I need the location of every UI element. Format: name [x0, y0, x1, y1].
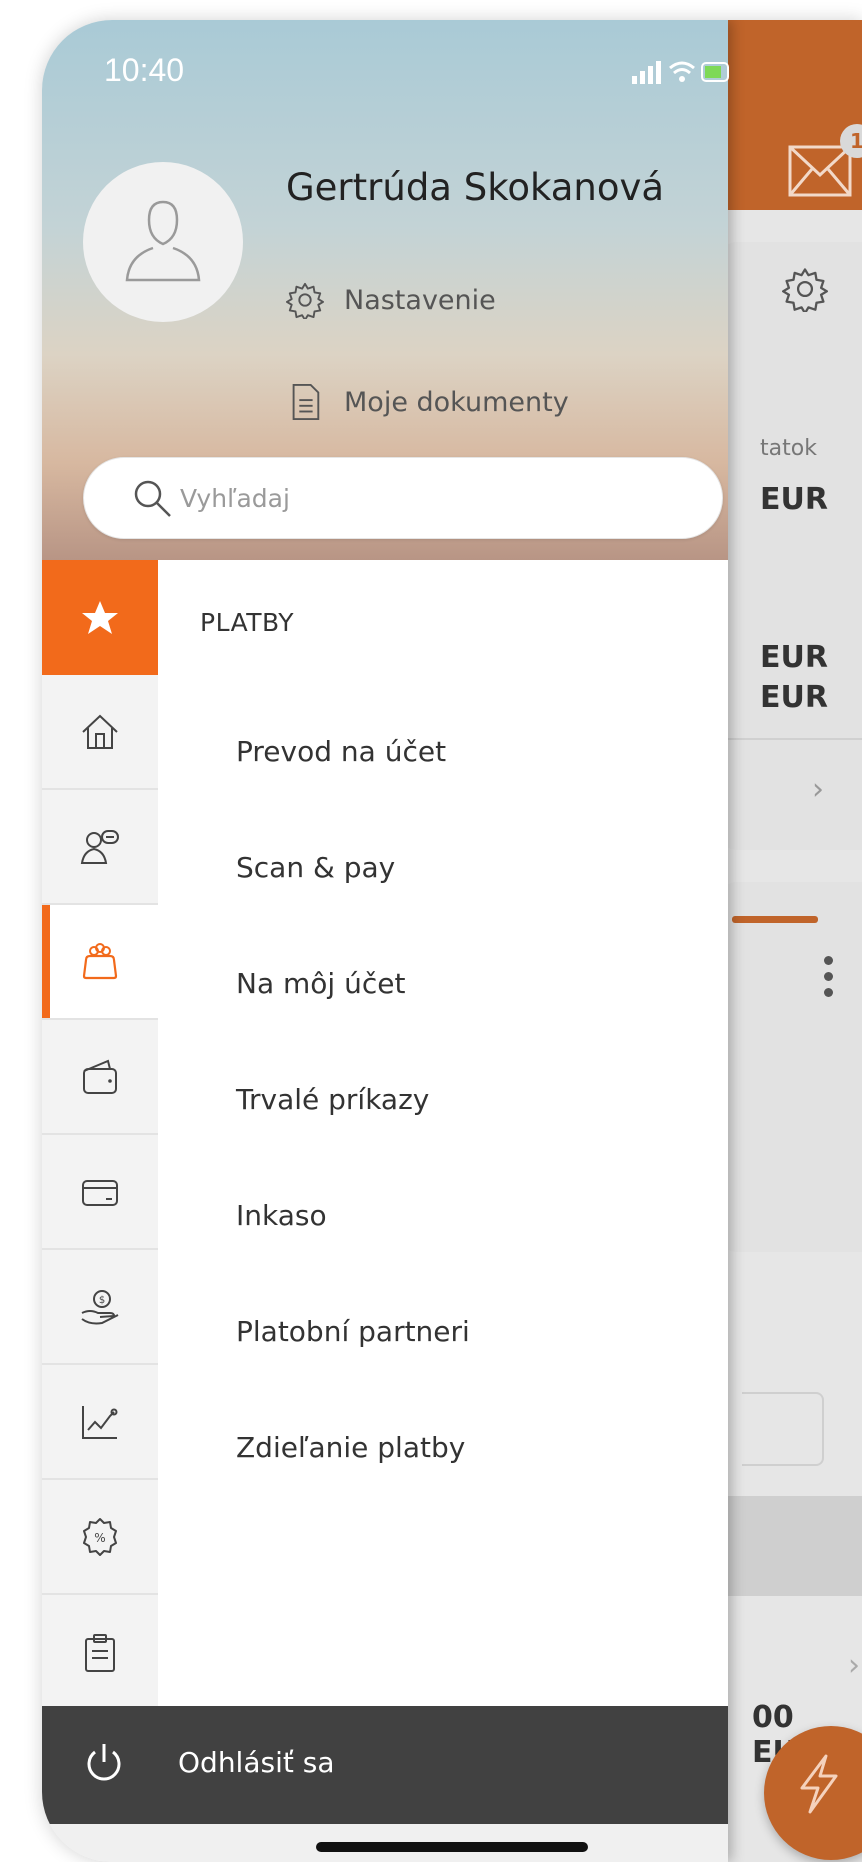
drawer-header: 10:40 Gertrúda Skokanová Nastavenie Moje… — [42, 20, 729, 560]
background-divider — [722, 738, 862, 740]
rail-item-favorites[interactable] — [42, 560, 158, 675]
rail-item-requests[interactable] — [42, 1595, 158, 1710]
chart-line-icon — [82, 1405, 118, 1439]
svg-text:%: % — [94, 1531, 105, 1545]
logout-label: Odhlásiť sa — [178, 1746, 335, 1779]
menu-item-own-account[interactable]: Na môj účet — [236, 967, 405, 1000]
section-title: PLATBY — [200, 608, 295, 637]
document-icon — [292, 383, 320, 421]
chevron-right-icon: › — [812, 772, 824, 807]
rail-item-offers[interactable]: % — [42, 1480, 158, 1595]
settings-link[interactable]: Nastavenie — [286, 280, 496, 320]
chevron-right-icon: › — [848, 1648, 860, 1683]
background-card — [722, 882, 862, 1252]
gear-icon — [286, 282, 324, 319]
hand-coin-icon: $ — [81, 1289, 119, 1324]
wallet-icon — [83, 1059, 117, 1094]
lightning-icon — [800, 1754, 838, 1814]
home-icon — [82, 714, 118, 749]
power-icon — [87, 1744, 121, 1781]
menu-item-payment-partners[interactable]: Platobní partneri — [236, 1315, 470, 1348]
rail-item-investments[interactable] — [42, 1365, 158, 1480]
rail-item-cards[interactable] — [42, 1135, 158, 1250]
search-bar[interactable] — [83, 457, 723, 539]
home-indicator[interactable] — [316, 1842, 588, 1852]
phone-screen: 1 tatok EUR EUR EUR › › 00 EUR 10:40 — [42, 20, 862, 1862]
status-time: 10:40 — [104, 52, 185, 88]
background-account-card — [722, 242, 862, 850]
menu-item-direct-debit[interactable]: Inkaso — [236, 1199, 327, 1232]
status-icons — [632, 61, 729, 84]
svg-text:$: $ — [99, 1295, 105, 1306]
documents-link[interactable]: Moje dokumenty — [286, 382, 569, 422]
mail-icon[interactable] — [788, 145, 852, 197]
clipboard-icon — [85, 1633, 115, 1672]
gear-icon — [782, 268, 828, 312]
category-rail: $ % — [42, 560, 158, 1706]
background-box — [742, 1392, 824, 1466]
documents-link-label: Moje dokumenty — [344, 386, 569, 418]
user-silhouette-icon — [125, 200, 201, 282]
settings-link-label: Nastavenie — [344, 284, 496, 316]
background-progress — [732, 916, 818, 923]
percent-badge-icon: % — [83, 1517, 117, 1556]
menu-item-standing-orders[interactable]: Trvalé príkazy — [236, 1083, 429, 1116]
menu-item-transfer[interactable]: Prevod na účet — [236, 735, 446, 768]
search-icon — [134, 480, 171, 517]
kebab-menu-icon — [824, 956, 834, 1000]
star-icon — [82, 600, 118, 634]
rail-item-loans[interactable]: $ — [42, 1250, 158, 1365]
rail-item-contacts[interactable] — [42, 790, 158, 905]
avatar[interactable] — [83, 162, 243, 322]
card-icon — [82, 1179, 118, 1206]
background-band — [722, 1496, 862, 1596]
user-chat-icon — [80, 829, 119, 864]
rail-item-home[interactable] — [42, 675, 158, 790]
background-amount: EUR — [760, 640, 828, 675]
payments-purse-icon — [82, 942, 118, 979]
user-name: Gertrúda Skokanová — [286, 166, 665, 209]
logout-button[interactable]: Odhlásiť sa — [42, 1706, 728, 1824]
background-amount: EUR — [760, 680, 828, 715]
rail-item-accounts[interactable] — [42, 1020, 158, 1135]
background-amount: EUR — [760, 482, 828, 517]
navigation-drawer: 10:40 Gertrúda Skokanová Nastavenie Moje… — [42, 20, 729, 1862]
background-label: tatok — [760, 436, 817, 461]
menu-item-scan-pay[interactable]: Scan & pay — [236, 851, 395, 884]
rail-item-payments[interactable] — [42, 905, 158, 1020]
menu-item-share-payment[interactable]: Zdieľanie platby — [236, 1431, 465, 1464]
search-input[interactable] — [180, 476, 680, 520]
